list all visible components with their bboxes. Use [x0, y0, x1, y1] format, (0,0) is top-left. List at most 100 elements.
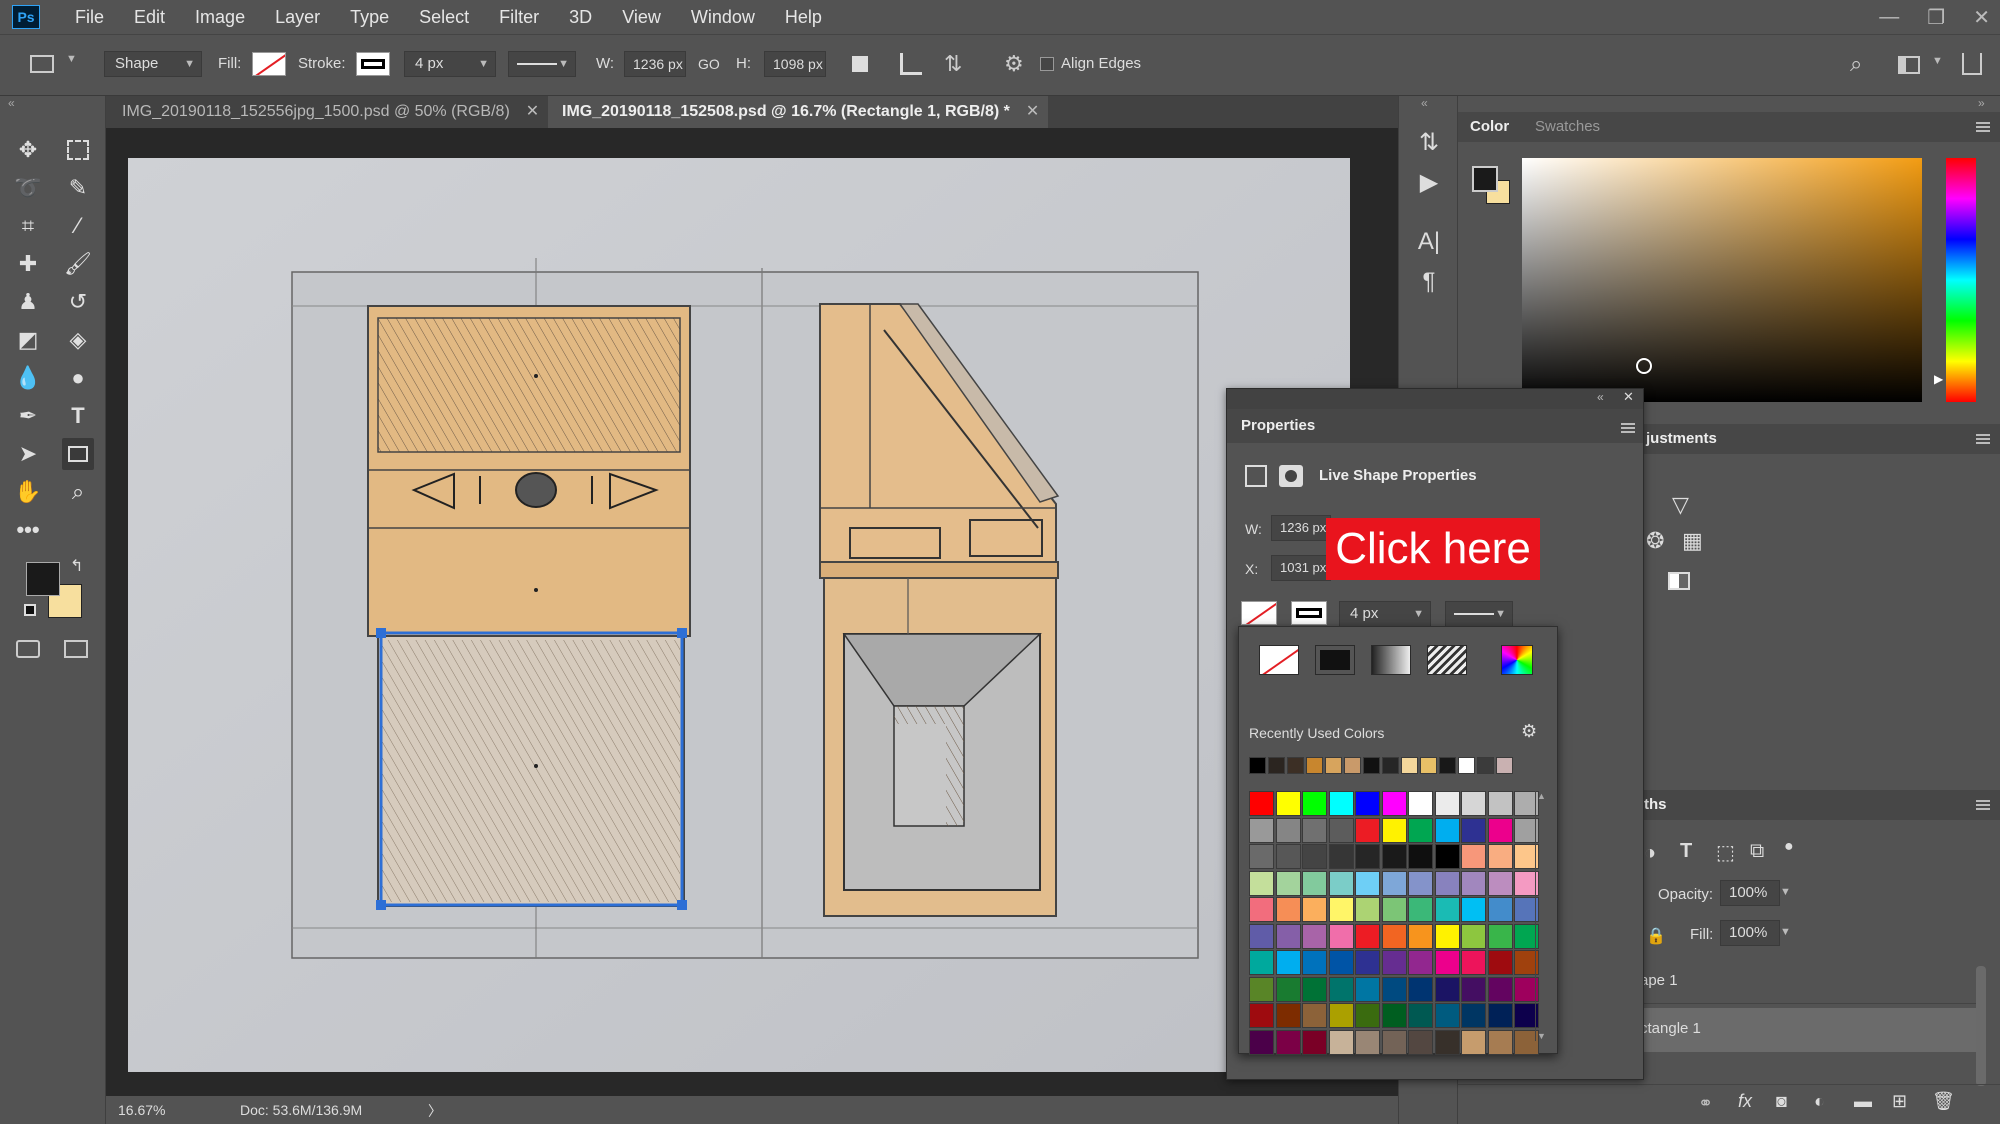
screen-mode-icon[interactable] [64, 640, 88, 658]
layers-scrollbar[interactable] [1976, 966, 1986, 1086]
close-icon[interactable]: ✕ [526, 96, 539, 128]
color-swatch[interactable] [1487, 844, 1513, 869]
recent-color-swatch[interactable] [1477, 757, 1494, 774]
close-icon[interactable]: ✕ [1973, 5, 1990, 30]
color-swatch[interactable] [1275, 844, 1301, 869]
color-swatch[interactable] [1302, 870, 1327, 896]
color-swatch[interactable] [1249, 1003, 1274, 1028]
stroke-swatch[interactable] [356, 52, 390, 76]
recent-color-swatch[interactable] [1268, 757, 1285, 774]
smart-object-filter-icon[interactable]: ⧉ [1750, 840, 1764, 863]
rectangle-tool-preset-icon[interactable] [30, 55, 54, 73]
color-swatch[interactable] [1408, 844, 1433, 869]
menu-help[interactable]: Help [770, 0, 837, 34]
history-icon[interactable]: ⇅ [1413, 126, 1445, 158]
rectangle-tool-icon[interactable] [62, 438, 94, 470]
color-swatch[interactable] [1408, 950, 1433, 975]
color-swatch[interactable] [1487, 817, 1513, 843]
chevron-down-icon[interactable]: ▼ [1780, 886, 1791, 898]
color-swatch[interactable] [1302, 844, 1327, 869]
color-swatch[interactable] [1381, 817, 1407, 843]
recent-color-swatch[interactable] [1363, 757, 1380, 774]
status-menu-arrow-icon[interactable]: 〉 [428, 1101, 442, 1121]
recent-color-swatch[interactable] [1287, 757, 1304, 774]
hand-tool-icon[interactable]: ✋ [12, 476, 44, 508]
color-swatch[interactable] [1275, 870, 1301, 896]
color-swatch[interactable] [1487, 1003, 1513, 1028]
color-swatch[interactable] [1381, 870, 1407, 896]
healing-brush-tool-icon[interactable]: ✚ [12, 248, 44, 280]
brush-tool-icon[interactable]: 🖌 [62, 248, 94, 280]
color-swatch[interactable] [1434, 844, 1460, 869]
color-swatch[interactable] [1434, 950, 1460, 975]
color-swatch[interactable] [1328, 817, 1354, 843]
link-layers-icon[interactable]: ⚭ [1698, 1093, 1713, 1114]
color-swatch[interactable] [1434, 817, 1460, 843]
tab-swatches[interactable]: Swatches [1535, 112, 1600, 142]
color-swatch[interactable] [1487, 791, 1513, 816]
new-group-icon[interactable]: ▬ [1854, 1091, 1872, 1112]
color-swatch[interactable] [1434, 897, 1460, 922]
foreground-color-swatch[interactable] [1472, 166, 1498, 192]
color-swatch[interactable] [1249, 817, 1274, 843]
recent-color-swatch[interactable] [1439, 757, 1456, 774]
adjustment-layer-icon[interactable]: ◐ [1814, 1091, 1825, 1112]
color-swatch[interactable] [1355, 844, 1380, 869]
color-swatch[interactable] [1487, 1029, 1513, 1055]
color-lookup-icon[interactable]: ▦ [1682, 528, 1703, 554]
color-swatch[interactable] [1461, 976, 1486, 1002]
panel-menu-icon[interactable] [1621, 423, 1635, 433]
color-swatch[interactable] [1461, 844, 1486, 869]
collapse-arrows-icon[interactable]: » [1978, 96, 1985, 110]
color-swatch[interactable] [1408, 817, 1433, 843]
scroll-down-icon[interactable]: ▼ [1537, 1031, 1546, 1041]
color-swatch[interactable] [1275, 1029, 1301, 1055]
eraser-tool-icon[interactable]: ◩ [12, 324, 44, 356]
stroke-width-field[interactable]: 4 px ▼ [404, 51, 496, 77]
menu-filter[interactable]: Filter [484, 0, 554, 34]
move-tool-icon[interactable]: ✥ [12, 134, 44, 166]
color-swatch[interactable] [1434, 1029, 1460, 1055]
x-input[interactable]: 1031 px [1271, 555, 1331, 581]
color-swatch[interactable] [1275, 976, 1301, 1002]
play-actions-icon[interactable]: ▶ [1413, 166, 1445, 198]
path-arrangement-icon[interactable]: ⇅ [944, 51, 962, 77]
lasso-tool-icon[interactable]: ➰ [12, 172, 44, 204]
fill-input[interactable]: 100% [1720, 920, 1780, 946]
color-swatch[interactable] [1355, 791, 1380, 816]
color-swatch[interactable] [1487, 950, 1513, 975]
color-swatch[interactable] [1275, 791, 1301, 816]
paint-bucket-tool-icon[interactable]: ◈ [62, 324, 94, 356]
recent-color-swatch[interactable] [1306, 757, 1323, 774]
color-swatch[interactable] [1408, 897, 1433, 922]
color-swatch[interactable] [1275, 923, 1301, 949]
gradient-mode-button[interactable] [1371, 645, 1411, 675]
color-swatch[interactable] [1408, 1029, 1433, 1055]
color-swatch[interactable] [1381, 844, 1407, 869]
color-swatch[interactable] [1328, 844, 1354, 869]
gradient-map-icon[interactable]: ▽ [1672, 492, 1689, 518]
color-field[interactable] [1522, 158, 1922, 402]
document-canvas[interactable] [128, 158, 1350, 1072]
character-icon[interactable]: A| [1413, 226, 1445, 258]
eyedropper-tool-icon[interactable]: ⁄ [62, 210, 94, 242]
color-swatch[interactable] [1302, 1029, 1327, 1055]
color-swatch[interactable] [1302, 950, 1327, 975]
type-tool-icon[interactable]: T [62, 400, 94, 432]
close-icon[interactable]: ✕ [1623, 389, 1634, 405]
align-edges-checkbox[interactable] [1040, 57, 1054, 71]
color-swatch[interactable] [1249, 1029, 1274, 1055]
menu-type[interactable]: Type [335, 0, 404, 34]
stroke-type-dropdown[interactable]: ▼ [508, 51, 576, 77]
share-icon[interactable] [1962, 53, 1982, 75]
panel-menu-icon[interactable] [1976, 434, 1990, 444]
panel-menu-icon[interactable] [1976, 122, 1990, 132]
color-swatch[interactable] [1275, 1003, 1301, 1028]
recent-color-swatch[interactable] [1249, 757, 1266, 774]
color-swatch[interactable] [1355, 976, 1380, 1002]
marquee-tool-icon[interactable] [62, 134, 94, 166]
color-swatch[interactable] [1487, 897, 1513, 922]
color-swatch[interactable] [1302, 976, 1327, 1002]
color-swatch[interactable] [1328, 791, 1354, 816]
tab-document-2[interactable]: IMG_20190118_152508.psd @ 16.7% (Rectang… [548, 96, 1048, 128]
